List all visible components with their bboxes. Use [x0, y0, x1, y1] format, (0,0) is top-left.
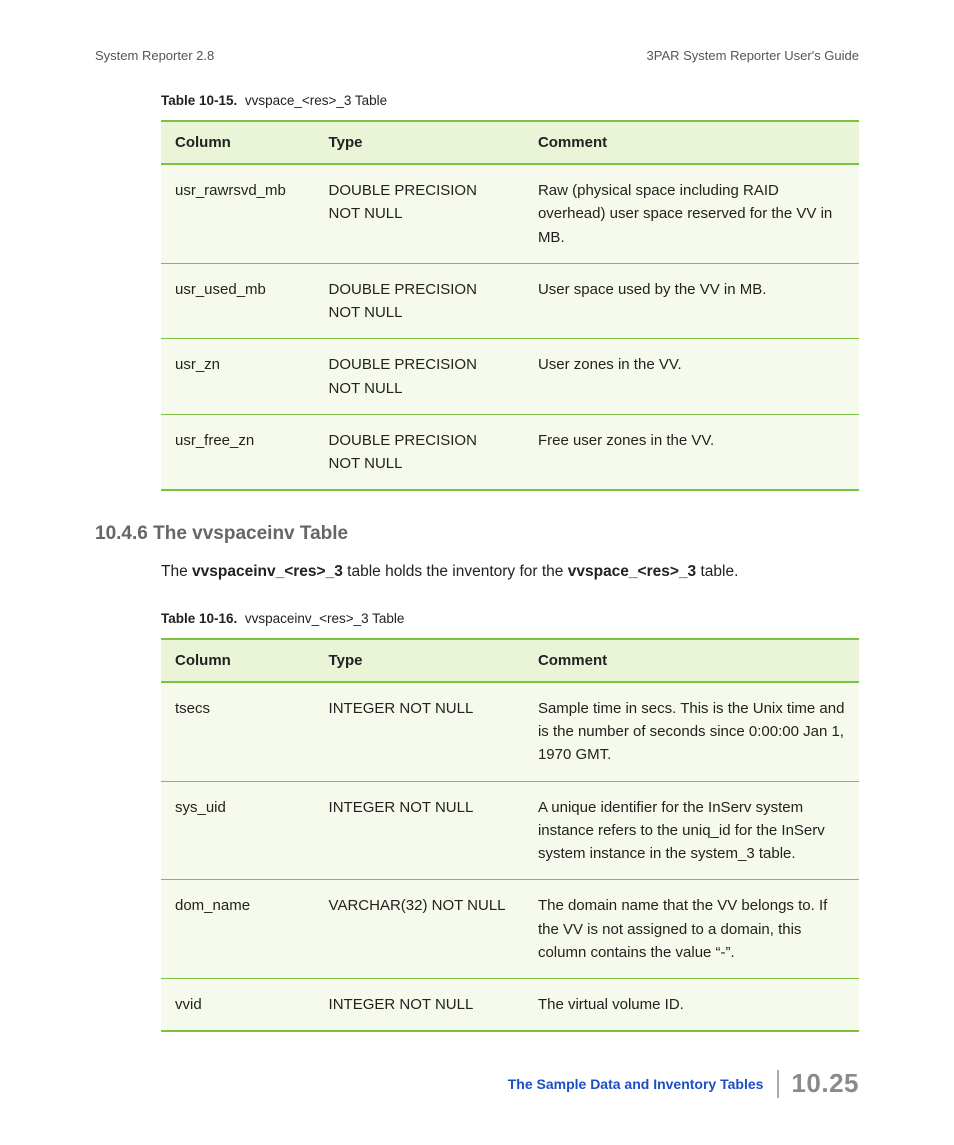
table-2-caption: Table 10-16. vvspaceinv_<res>_3 Table [161, 611, 859, 626]
section-intro: The vvspaceinv_<res>_3 table holds the i… [161, 561, 859, 583]
section-heading: 10.4.6 The vvspaceinv Table [95, 523, 859, 545]
cell-column: usr_used_mb [161, 263, 315, 339]
table-1: Column Type Comment usr_rawrsvd_mb DOUBL… [161, 120, 859, 491]
table-row: tsecs INTEGER NOT NULL Sample time in se… [161, 682, 859, 781]
cell-comment: Free user zones in the VV. [524, 414, 859, 490]
cell-type: INTEGER NOT NULL [315, 781, 524, 880]
table-2-header-row: Column Type Comment [161, 639, 859, 682]
footer-link[interactable]: The Sample Data and Inventory Tables [508, 1076, 778, 1092]
th-type: Type [315, 121, 524, 164]
table-row: dom_name VARCHAR(32) NOT NULL The domain… [161, 880, 859, 979]
cell-type: DOUBLE PRECISION NOT NULL [315, 164, 524, 263]
table-1-label: Table 10-15. [161, 93, 237, 108]
table-1-title: vvspace_<res>_3 Table [245, 93, 387, 108]
cell-type: INTEGER NOT NULL [315, 979, 524, 1032]
cell-column: usr_rawrsvd_mb [161, 164, 315, 263]
table-1-wrapper: Column Type Comment usr_rawrsvd_mb DOUBL… [161, 120, 859, 491]
intro-text: The [161, 563, 192, 580]
table-row: sys_uid INTEGER NOT NULL A unique identi… [161, 781, 859, 880]
cell-type: INTEGER NOT NULL [315, 682, 524, 781]
running-header: System Reporter 2.8 3PAR System Reporter… [95, 48, 859, 63]
cell-column: sys_uid [161, 781, 315, 880]
table-row: usr_used_mb DOUBLE PRECISION NOT NULL Us… [161, 263, 859, 339]
cell-column: usr_zn [161, 339, 315, 415]
table-2-title: vvspaceinv_<res>_3 Table [245, 611, 405, 626]
th-type: Type [315, 639, 524, 682]
cell-comment: The virtual volume ID. [524, 979, 859, 1032]
cell-comment: Raw (physical space including RAID overh… [524, 164, 859, 263]
table-row: vvid INTEGER NOT NULL The virtual volume… [161, 979, 859, 1032]
table-1-caption: Table 10-15. vvspace_<res>_3 Table [161, 93, 859, 108]
page-footer: The Sample Data and Inventory Tables 10.… [508, 1068, 859, 1099]
table-2-label: Table 10-16. [161, 611, 237, 626]
intro-bold-2: vvspace_<res>_3 [568, 563, 696, 580]
cell-type: DOUBLE PRECISION NOT NULL [315, 414, 524, 490]
cell-column: tsecs [161, 682, 315, 781]
table-2: Column Type Comment tsecs INTEGER NOT NU… [161, 638, 859, 1033]
cell-column: dom_name [161, 880, 315, 979]
table-row: usr_zn DOUBLE PRECISION NOT NULL User zo… [161, 339, 859, 415]
cell-comment: The domain name that the VV belongs to. … [524, 880, 859, 979]
table-row: usr_free_zn DOUBLE PRECISION NOT NULL Fr… [161, 414, 859, 490]
th-comment: Comment [524, 121, 859, 164]
intro-text: table holds the inventory for the [343, 563, 568, 580]
th-comment: Comment [524, 639, 859, 682]
cell-comment: Sample time in secs. This is the Unix ti… [524, 682, 859, 781]
header-left: System Reporter 2.8 [95, 48, 214, 63]
footer-divider [777, 1070, 779, 1098]
th-column: Column [161, 639, 315, 682]
header-right: 3PAR System Reporter User's Guide [647, 48, 859, 63]
cell-type: VARCHAR(32) NOT NULL [315, 880, 524, 979]
intro-bold-1: vvspaceinv_<res>_3 [192, 563, 343, 580]
table-row: usr_rawrsvd_mb DOUBLE PRECISION NOT NULL… [161, 164, 859, 263]
cell-column: vvid [161, 979, 315, 1032]
cell-comment: A unique identifier for the InServ syste… [524, 781, 859, 880]
table-1-header-row: Column Type Comment [161, 121, 859, 164]
cell-type: DOUBLE PRECISION NOT NULL [315, 263, 524, 339]
cell-comment: User space used by the VV in MB. [524, 263, 859, 339]
intro-text: table. [696, 563, 738, 580]
cell-column: usr_free_zn [161, 414, 315, 490]
page-number: 10.25 [791, 1068, 859, 1099]
cell-comment: User zones in the VV. [524, 339, 859, 415]
th-column: Column [161, 121, 315, 164]
cell-type: DOUBLE PRECISION NOT NULL [315, 339, 524, 415]
table-2-wrapper: Column Type Comment tsecs INTEGER NOT NU… [161, 638, 859, 1033]
